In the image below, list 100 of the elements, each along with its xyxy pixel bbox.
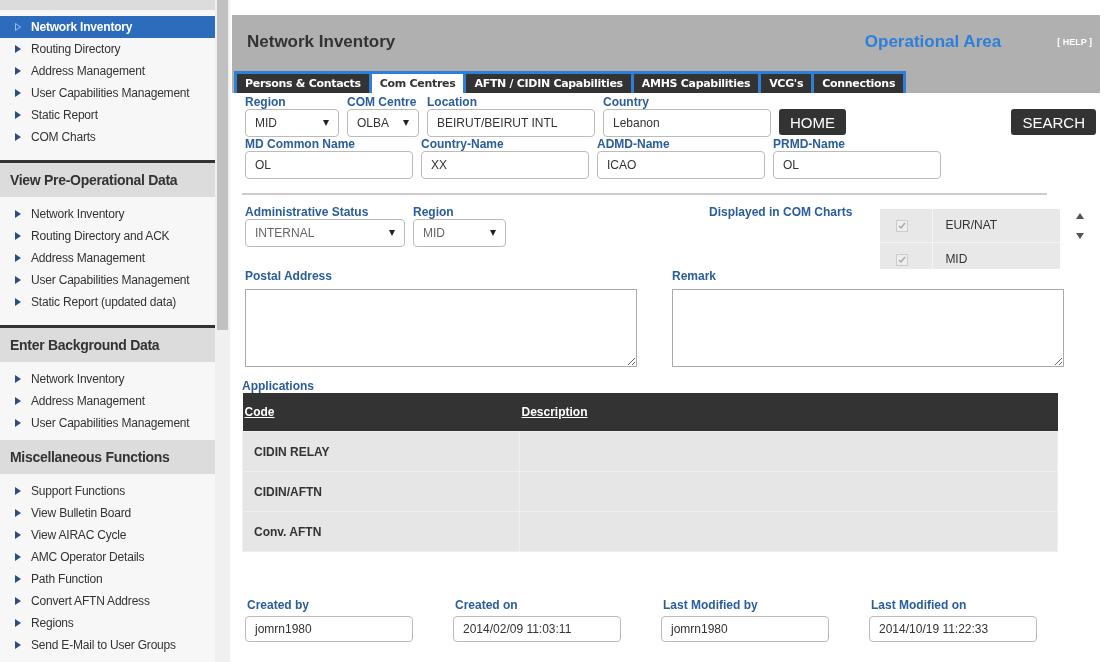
caret-icon (389, 230, 395, 236)
triangle-icon (15, 619, 21, 627)
prmd-name-field[interactable]: OL (773, 151, 941, 179)
audit-field[interactable]: 2014/10/19 11:22:33 (869, 616, 1037, 642)
scrollbar-thumb[interactable] (217, 0, 228, 330)
triangle-icon (15, 276, 21, 284)
sidebar-item[interactable]: Address Management (0, 60, 215, 82)
field-label: Displayed in COM Charts (709, 205, 853, 219)
tab[interactable]: AFTN / CIDIN Capabilities (466, 74, 631, 93)
triangle-icon (15, 67, 21, 75)
md-common-name-field[interactable]: OL (245, 151, 413, 179)
com-centre-dropdown[interactable]: OLBA (347, 109, 419, 137)
checkbox[interactable] (896, 219, 909, 232)
triangle-icon (15, 641, 21, 649)
tab[interactable]: AMHS Capabilities (633, 74, 759, 93)
scroll-up-icon[interactable] (1076, 213, 1085, 219)
field-label: Region (245, 95, 287, 109)
sidebar-item[interactable]: User Capabilities Management (0, 82, 215, 104)
search-button[interactable]: SEARCH (1011, 109, 1096, 135)
sidebar-item[interactable]: AMC Operator Details (0, 546, 215, 568)
scroll-down-icon[interactable] (1076, 233, 1085, 239)
sidebar-item[interactable]: Static Report (0, 104, 215, 126)
section-heading: View Pre-Operational Data (0, 160, 215, 197)
checkbox[interactable] (896, 253, 909, 266)
field-label: Remark (672, 269, 718, 283)
sidebar-item[interactable]: Send E-Mail to User Groups (0, 634, 215, 656)
tab[interactable]: VCG's (761, 74, 812, 93)
checklist-item: EUR/NAT (932, 209, 998, 242)
page-title: Network Inventory (247, 32, 397, 52)
column-header[interactable]: Code (242, 393, 520, 432)
field-label: Last Modified on (870, 598, 968, 612)
section-heading: Miscellaneous Functions (0, 440, 215, 474)
sidebar-item[interactable]: Static Report (updated data) (0, 291, 215, 313)
sidebar-item[interactable]: Convert AFTN Address (0, 590, 215, 612)
table-cell: CIDIN RELAY (254, 444, 330, 459)
field-label: Location (427, 95, 478, 109)
section-heading: Enter Background Data (0, 325, 215, 362)
postal-address-field[interactable] (245, 289, 637, 367)
field-label: PRMD-Name (773, 137, 846, 151)
triangle-icon (15, 111, 21, 119)
field-label: Country (603, 95, 650, 109)
field-label: Created on (454, 598, 519, 612)
triangle-icon (15, 597, 21, 605)
country-field[interactable]: Lebanon (603, 109, 771, 137)
column-header[interactable]: Description (519, 393, 1058, 432)
checklist-item: MID (932, 243, 968, 269)
sidebar-item[interactable]: Path Function (0, 568, 215, 590)
table-cell: CIDIN/AFTN (254, 484, 322, 499)
tab[interactable]: Connections (814, 74, 904, 93)
audit-field[interactable]: 2014/02/09 11:03:11 (453, 616, 621, 642)
triangle-icon (15, 553, 21, 561)
location-field[interactable]: BEIRUT/BEIRUT INTL (427, 109, 595, 137)
audit-field[interactable]: jomrn1980 (661, 616, 829, 642)
sidebar-item[interactable]: Address Management (0, 390, 215, 412)
sidebar-item[interactable]: COM Charts (0, 126, 215, 148)
region-dropdown[interactable]: MID (413, 219, 506, 247)
sidebar-item[interactable]: User Capabilities Management (0, 269, 215, 291)
field-label: Administrative Status (245, 205, 370, 219)
caret-icon (490, 230, 496, 236)
sidebar-item[interactable]: View Bulletin Board (0, 502, 215, 524)
sidebar-item[interactable]: View AIRAC Cycle (0, 524, 215, 546)
home-button[interactable]: HOME (779, 109, 846, 135)
triangle-icon (15, 232, 21, 240)
triangle-icon (15, 397, 21, 405)
sidebar-item[interactable]: Support Functions (0, 480, 215, 502)
admd-name-field[interactable]: ICAO (597, 151, 765, 179)
scrollbar[interactable] (215, 0, 230, 662)
sidebar-item[interactable]: Network Inventory (0, 203, 215, 225)
remark-field[interactable] (672, 289, 1064, 367)
triangle-icon (15, 210, 21, 218)
field-label: ADMD-Name (597, 137, 671, 151)
sidebar-item[interactable]: Regions (0, 612, 215, 634)
sidebar-item[interactable]: Network Inventory (0, 16, 215, 38)
field-label: Created by (246, 598, 311, 612)
caret-icon (323, 120, 329, 126)
triangle-icon (15, 254, 21, 262)
sidebar-item[interactable]: Network Inventory (0, 368, 215, 390)
field-label: Postal Address (245, 269, 333, 283)
section-label: Applications (242, 379, 315, 393)
outline-triangle-icon (15, 23, 21, 31)
tab[interactable]: Com Centres (371, 74, 464, 93)
country-name-field[interactable]: XX (421, 151, 589, 179)
triangle-icon (15, 487, 21, 495)
triangle-icon (15, 89, 21, 97)
triangle-icon (15, 419, 21, 427)
field-label: Last Modified by (662, 598, 759, 612)
field-label: COM Centre (347, 95, 418, 109)
triangle-icon (15, 375, 21, 383)
status-dropdown[interactable]: INTERNAL (245, 219, 405, 247)
audit-field[interactable]: jomrn1980 (245, 616, 413, 642)
triangle-icon (15, 133, 21, 141)
area-title: Operational Area (864, 32, 1002, 52)
tab[interactable]: Persons & Contacts (237, 74, 369, 93)
sidebar-item[interactable]: User Capabilities Management (0, 412, 215, 434)
sidebar-item[interactable]: Address Management (0, 247, 215, 269)
triangle-icon (15, 509, 21, 517)
sidebar-item[interactable]: Routing Directory and ACK (0, 225, 215, 247)
sidebar-item[interactable]: Routing Directory (0, 38, 215, 60)
caret-icon (403, 120, 409, 126)
region-dropdown[interactable]: MID (245, 109, 339, 137)
